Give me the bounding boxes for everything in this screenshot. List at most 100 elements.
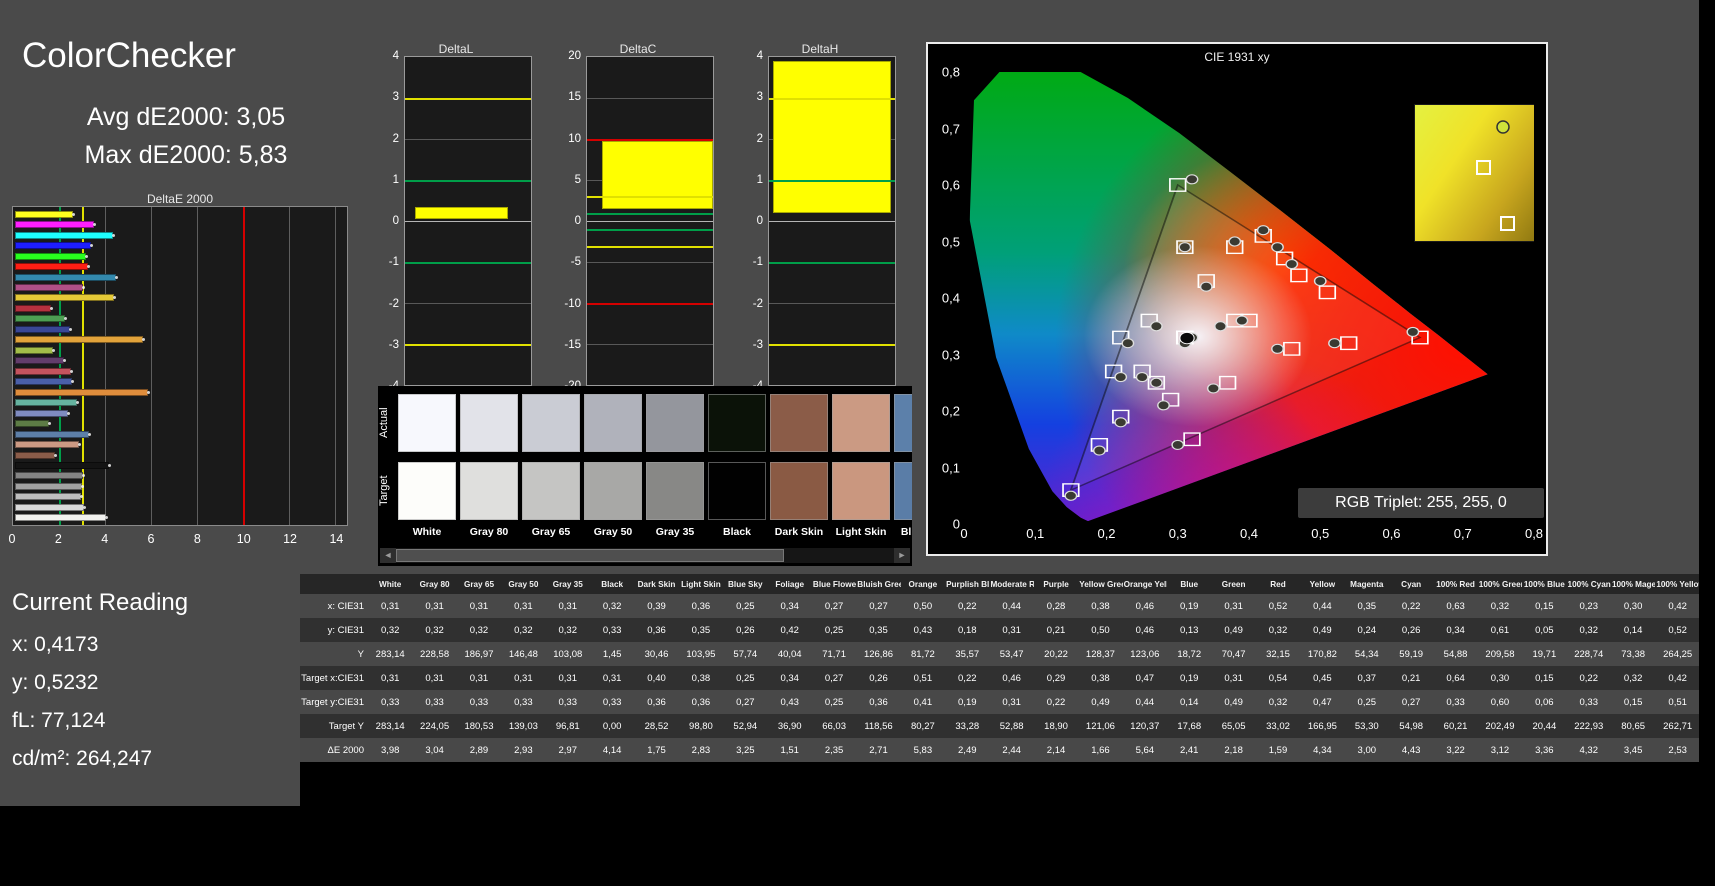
cell: 0,31 xyxy=(368,666,413,690)
patch-target-black xyxy=(708,462,766,520)
cell: 98,80 xyxy=(678,714,724,738)
cell: 0,33 xyxy=(501,690,546,714)
cell: 0,27 xyxy=(723,690,768,714)
cie-measured-marker xyxy=(1171,439,1185,450)
patch-target-dark-skin xyxy=(770,462,828,520)
cell: 0,23 xyxy=(1566,594,1611,618)
cell: 228,74 xyxy=(1566,642,1611,666)
x-tick-label: 0,1 xyxy=(1026,526,1045,541)
deltal-y-axis: 43210-1-2-3-4 xyxy=(378,50,402,392)
cell: 0,25 xyxy=(723,594,768,618)
cell: 0,31 xyxy=(989,618,1034,642)
column-header-gray-65: Gray 65 xyxy=(456,574,502,594)
cell: 128,37 xyxy=(1078,642,1123,666)
cell: 0,14 xyxy=(1610,618,1656,642)
bar-row xyxy=(15,397,345,407)
cell: 0,32 xyxy=(1610,666,1656,690)
cell: 0,33 xyxy=(589,690,635,714)
deltae-bar-red xyxy=(15,304,54,312)
column-header-bluish-green: Bluish Green xyxy=(856,574,901,594)
cie-plot-area xyxy=(964,72,1534,524)
bar-row xyxy=(15,282,345,292)
column-header-red: Red xyxy=(1255,574,1301,594)
cell: 0,32 xyxy=(1255,690,1301,714)
table-row-y-cie31: y: CIE31 0,32 0,32 0,32 0,32 0,32 0,33 0,36 0,35… xyxy=(300,618,1700,642)
patch-target-gray-50 xyxy=(584,462,642,520)
cie-white-point-marker xyxy=(1179,332,1195,345)
patch-target-light-skin xyxy=(832,462,890,520)
cell: 0,49 xyxy=(1300,618,1345,642)
cell: 0,22 xyxy=(945,666,990,690)
bar-row xyxy=(15,429,345,439)
y-tick-label: 2 xyxy=(392,132,399,145)
patch-name-row: White Gray 80 Gray 65 Gray 50 Gray 35 Black Da… xyxy=(398,526,912,538)
bar-row xyxy=(15,450,345,460)
deltah-chart: DeltaH 43210-1-2-3-4 xyxy=(742,42,898,394)
cell: 3,45 xyxy=(1610,738,1656,762)
cell: 54,98 xyxy=(1388,714,1434,738)
bar-row xyxy=(15,314,345,324)
cell: 5,64 xyxy=(1122,738,1168,762)
cie-measured-marker xyxy=(1313,275,1327,287)
cell: 0,33 xyxy=(456,690,502,714)
cie-1931-panel: CIE 1931 xy 0,8 0,7 0,6 0,5 0,4 0,3 0,2 0,1 0 00… xyxy=(926,42,1548,556)
cell: 0,27 xyxy=(1388,690,1434,714)
cell: 228,58 xyxy=(412,642,457,666)
x-tick-label: 14 xyxy=(329,532,344,546)
y-tick-label: -3 xyxy=(388,338,399,351)
cie-measured-marker xyxy=(1406,326,1420,337)
cell: 80,27 xyxy=(900,714,946,738)
cell: 0,42 xyxy=(767,618,812,642)
deltae-bar-blue xyxy=(15,325,72,333)
y-tick-label: -10 xyxy=(564,297,581,310)
cie-measured-marker xyxy=(1185,174,1199,185)
scroll-right-icon[interactable]: ► xyxy=(894,548,910,563)
cie-measured-marker xyxy=(1206,383,1220,394)
patch-name-label: Light Skin xyxy=(835,526,887,538)
patch-strip-scrollbar[interactable]: ◄ ► xyxy=(380,548,910,563)
cell: 73,38 xyxy=(1610,642,1656,666)
values-table: White Gray 80 Gray 65 Gray 50 Gray 35 Black Da… xyxy=(300,574,1700,762)
cie-measured-marker xyxy=(1235,315,1249,326)
deltaC-range-bar xyxy=(602,141,713,209)
reading-x: x: 0,4173 xyxy=(12,633,99,656)
column-header-100-yellow: 100% Yellow xyxy=(1655,574,1700,594)
cell: 4,34 xyxy=(1300,738,1345,762)
cell: 0,22 xyxy=(1033,690,1079,714)
cie-measured-marker xyxy=(1271,343,1284,354)
bar-row xyxy=(15,324,345,334)
cell: 0,26 xyxy=(723,618,768,642)
cie-measured-marker xyxy=(1114,417,1128,428)
scrollbar-thumb[interactable] xyxy=(396,549,785,562)
cell: 0,31 xyxy=(501,666,546,690)
deltae-bar-blue-sky xyxy=(15,430,91,438)
cell: 0,30 xyxy=(1610,594,1656,618)
bottom-bar xyxy=(0,806,300,886)
scroll-left-icon[interactable]: ◄ xyxy=(380,548,396,563)
column-header-blue-flower: Blue Flower xyxy=(811,574,857,594)
cell: 60,21 xyxy=(1433,714,1478,738)
cell: 54,88 xyxy=(1433,642,1478,666)
cell: 0,32 xyxy=(545,618,590,642)
cell: 1,51 xyxy=(767,738,812,762)
x-tick-label: 0,7 xyxy=(1453,526,1472,541)
cell: 0,35 xyxy=(856,618,901,642)
cell: 2,97 xyxy=(545,738,590,762)
cell: 126,86 xyxy=(856,642,901,666)
cell: 0,38 xyxy=(1078,666,1123,690)
scrollbar-track[interactable] xyxy=(396,548,894,563)
y-tick-label: -1 xyxy=(752,256,763,269)
table-row-x-cie31: x: CIE31 0,31 0,31 0,31 0,31 0,31 0,32 0,39 0,36… xyxy=(300,594,1700,618)
column-header-purplish-blue: Purplish Blue xyxy=(945,574,990,594)
cell: 2,49 xyxy=(945,738,990,762)
x-tick-label: 0 xyxy=(8,532,16,546)
cell: 1,66 xyxy=(1078,738,1123,762)
cell: 209,58 xyxy=(1477,642,1523,666)
cell: 0,49 xyxy=(1211,618,1256,642)
right-scrollbar-strip[interactable] xyxy=(1699,0,1715,886)
de-summary: Avg dE2000: 3,05 Max dE2000: 5,83 xyxy=(0,98,372,174)
bar-row xyxy=(15,502,345,512)
inset-measured-marker xyxy=(1496,120,1510,134)
cell: 0,35 xyxy=(1344,594,1389,618)
column-header-100-green: 100% Green xyxy=(1477,574,1523,594)
